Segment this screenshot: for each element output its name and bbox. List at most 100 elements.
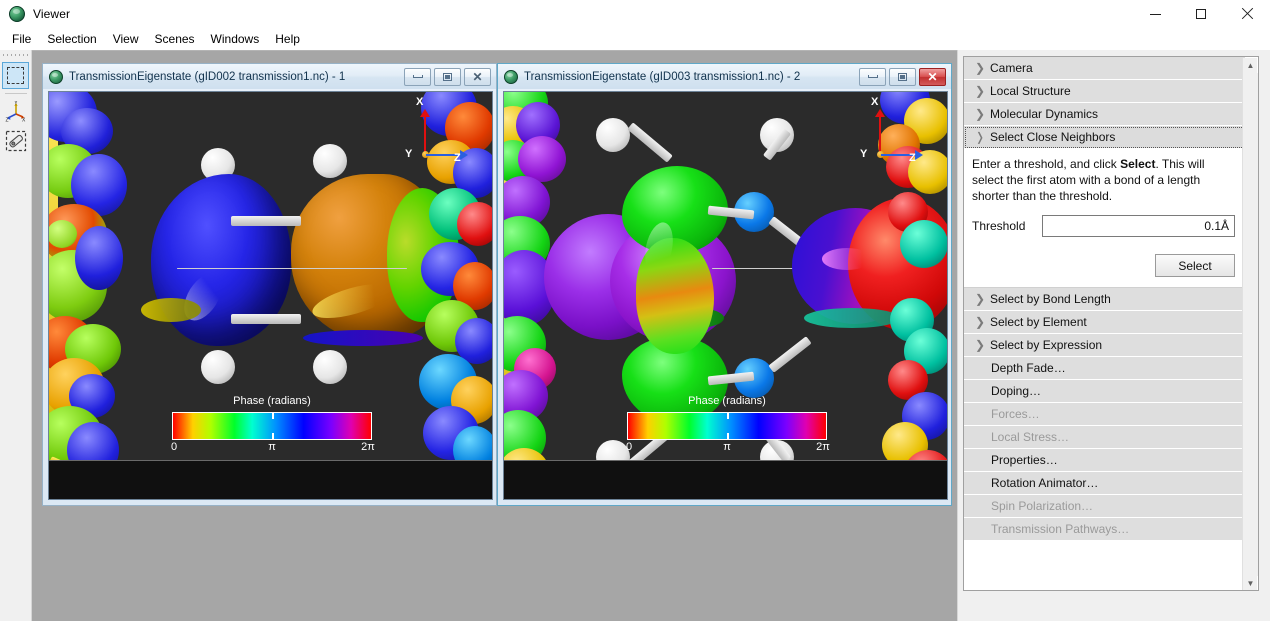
scroll-down-button[interactable]: ▼ <box>1243 576 1258 590</box>
axis-label-x: X <box>416 96 424 108</box>
scrollbar-track[interactable] <box>1243 73 1258 576</box>
viewer-2-close-button[interactable]: ✕ <box>919 67 946 86</box>
menubar: File Selection View Scenes Windows Help <box>0 28 1270 50</box>
dock-section-label: Transmission Pathways… <box>991 522 1130 537</box>
viewer-window-icon <box>49 69 63 84</box>
legend-colorbar <box>627 412 827 440</box>
dock-section-select-by-bond-length[interactable]: ❯ Select by Bond Length <box>964 288 1245 312</box>
dock-section-select-by-expression[interactable]: ❯ Select by Expression <box>964 334 1245 358</box>
right-dock-panel: ❯ Camera ❯ Local Structure ❯ Molecular D… <box>957 50 1270 621</box>
axis-label-x: X <box>871 96 879 108</box>
maximize-button[interactable] <box>1178 0 1224 28</box>
viewer-1-close-button[interactable]: ✕ <box>464 67 491 86</box>
dock-action-rotation-animator[interactable]: Rotation Animator… <box>964 472 1245 496</box>
dock-section-label: Select by Bond Length <box>990 292 1111 307</box>
select-rectangle-tool[interactable] <box>2 62 29 89</box>
isosurface-edge <box>303 330 423 346</box>
menu-item-windows[interactable]: Windows <box>203 29 268 50</box>
dock-section-label: Molecular Dynamics <box>990 107 1099 121</box>
close-button[interactable] <box>1224 0 1270 28</box>
molecular-bond <box>231 216 301 226</box>
dock-action-transmission-pathways: Transmission Pathways… <box>964 518 1245 542</box>
toolbar-drag-handle[interactable] <box>2 52 29 59</box>
chevron-down-icon: ❭ <box>974 130 986 144</box>
viewer-2-titlebar[interactable]: TransmissionEigenstate (gID003 transmiss… <box>498 64 951 89</box>
dock-section-label: Doping… <box>991 384 1042 399</box>
viewer-1-maximize-button[interactable] <box>434 67 461 86</box>
viewer-2-maximize-button[interactable] <box>889 67 916 86</box>
dock-section-local-structure[interactable]: ❯ Local Structure <box>964 80 1245 103</box>
legend-tick-mark <box>727 412 729 419</box>
legend-tick-2pi: 2π <box>816 441 830 453</box>
viewer-1-titlebar[interactable]: TransmissionEigenstate (gID002 transmiss… <box>43 64 496 89</box>
dock-action-doping[interactable]: Doping… <box>964 380 1245 404</box>
chevron-right-icon: ❯ <box>974 338 986 353</box>
window-titlebar: Viewer <box>0 0 1270 28</box>
desc-bold: Select <box>1120 157 1156 171</box>
menu-item-help[interactable]: Help <box>267 29 308 50</box>
axis-line-x <box>879 113 881 155</box>
menu-item-selection[interactable]: Selection <box>39 29 104 50</box>
dock-section-label: Forces… <box>991 407 1040 422</box>
isosurface-lobe <box>75 226 123 290</box>
mdi-client-area: TransmissionEigenstate (gID002 transmiss… <box>32 50 957 621</box>
viewer-window-2[interactable]: TransmissionEigenstate (gID003 transmiss… <box>497 63 952 506</box>
phase-color-legend-1: Phase (radians) 0 π 2π <box>171 395 375 455</box>
dock-action-properties[interactable]: Properties… <box>964 449 1245 473</box>
select-button[interactable]: Select <box>1155 254 1235 278</box>
xyz-axes-icon: Y Z X <box>5 101 26 123</box>
dock-section-molecular-dynamics[interactable]: ❯ Molecular Dynamics <box>964 103 1245 126</box>
viewer-2-render-canvas[interactable]: X Y Z Phase (radians) 0 π 2π <box>503 91 948 500</box>
molecular-bond <box>768 336 812 373</box>
desc-prefix: Enter a threshold, and click <box>972 157 1121 171</box>
dock-section-select-by-element[interactable]: ❯ Select by Element <box>964 311 1245 335</box>
svg-text:Y: Y <box>14 101 18 106</box>
minimize-icon <box>1149 13 1161 15</box>
hydrogen-atom <box>201 350 235 384</box>
dock-section-label: Rotation Animator… <box>991 476 1099 491</box>
viewer-2-minimize-button[interactable] <box>859 67 886 86</box>
axis-orientation-gizmo: X Y Z <box>379 96 469 176</box>
menu-item-scenes[interactable]: Scenes <box>147 29 203 50</box>
chevron-right-icon: ❯ <box>974 292 986 307</box>
dashed-rectangle-icon <box>7 67 24 84</box>
canvas-footer-strip <box>504 461 947 499</box>
legend-tick-0: 0 <box>625 441 633 453</box>
viewer-2-title: TransmissionEigenstate (gID003 transmiss… <box>524 70 801 83</box>
molecular-bond <box>177 268 407 269</box>
axis-arrow-x <box>420 109 430 117</box>
viewer-1-title: TransmissionEigenstate (gID002 transmiss… <box>69 70 346 83</box>
hydrogen-atom <box>313 350 347 384</box>
threshold-input[interactable] <box>1042 215 1235 238</box>
axis-arrow-z <box>915 150 923 160</box>
axis-label-z: Z <box>454 152 461 164</box>
select-tag-tool[interactable] <box>2 127 29 154</box>
close-icon <box>1241 8 1253 20</box>
close-icon: ✕ <box>927 69 938 84</box>
axes-orientation-tool[interactable]: Y Z X <box>2 98 29 125</box>
minimize-button[interactable] <box>1132 0 1178 28</box>
dock-section-label: Local Stress… <box>991 430 1070 445</box>
viewer-1-render-canvas[interactable]: X Y Z Phase (radians) 0 π 2π <box>48 91 493 500</box>
dock-section-camera[interactable]: ❯ Camera <box>964 57 1245 80</box>
dock-action-depth-fade[interactable]: Depth Fade… <box>964 357 1245 381</box>
axis-orientation-gizmo: X Y Z <box>834 96 924 176</box>
minimize-icon <box>867 75 878 78</box>
legend-tick-mark <box>272 433 274 440</box>
dock-scrollbar[interactable]: ▲ ▼ <box>1242 58 1258 590</box>
menu-item-file[interactable]: File <box>4 29 39 50</box>
legend-title: Phase (radians) <box>233 395 311 407</box>
viewer-2-controls: ✕ <box>859 67 951 86</box>
axis-line-x <box>424 113 426 155</box>
select-button-row: Select <box>972 254 1235 278</box>
dashed-tag-icon <box>5 130 26 151</box>
dock-scroll-container: ❯ Camera ❯ Local Structure ❯ Molecular D… <box>963 56 1259 591</box>
viewer-1-minimize-button[interactable] <box>404 67 431 86</box>
legend-colorbar <box>172 412 372 440</box>
page-title: Viewer <box>33 7 71 21</box>
scroll-up-button[interactable]: ▲ <box>1243 58 1258 73</box>
dock-section-select-close-neighbors[interactable]: ❭ Select Close Neighbors <box>964 126 1245 149</box>
menu-item-view[interactable]: View <box>105 29 147 50</box>
viewer-window-1[interactable]: TransmissionEigenstate (gID002 transmiss… <box>42 63 497 506</box>
isosurface-edge <box>804 308 900 328</box>
